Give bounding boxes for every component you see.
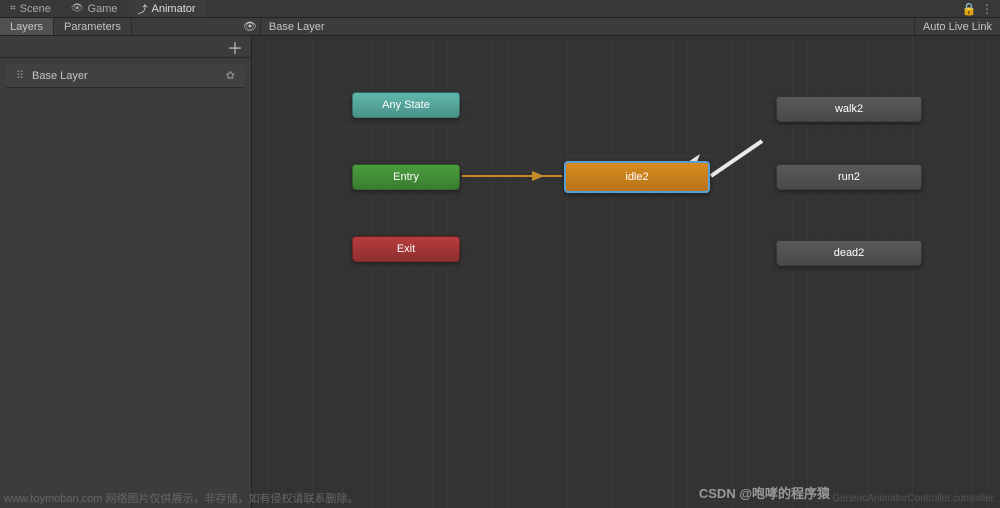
node-any-state[interactable]: Any State (352, 92, 460, 118)
layer-row[interactable]: ⠿ Base Layer ✿ (6, 64, 245, 88)
tab-animator[interactable]: ⤴ Animator (128, 0, 206, 17)
lock-icon[interactable]: 🔒 (962, 2, 976, 16)
tab-label: Game (88, 3, 118, 15)
add-layer-button[interactable]: ＋ (227, 35, 243, 59)
node-exit[interactable]: Exit (352, 236, 460, 262)
layer-name: Base Layer (32, 70, 88, 82)
animator-icon: ⤴ (138, 1, 148, 16)
gear-icon[interactable]: ✿ (226, 69, 235, 82)
tab-label: Scene (20, 3, 51, 15)
node-idle2[interactable]: idle2 (564, 161, 710, 193)
asset-path: GenericAnimatorController.controller (832, 493, 994, 504)
parameters-tab[interactable]: Parameters (54, 18, 132, 35)
toolbar: Layers Parameters 👁 Base Layer Auto Live… (0, 18, 1000, 36)
scene-icon: ⌗ (10, 3, 16, 14)
tab-scene[interactable]: ⌗ Scene (0, 0, 61, 17)
game-icon: 👁 (71, 3, 84, 14)
watermark-csdn: CSDN @咆哮的程序猿 (699, 483, 830, 502)
tab-bar: ⌗ Scene 👁 Game ⤴ Animator 🔒 ⋮ (0, 0, 1000, 18)
menu-icon[interactable]: ⋮ (980, 2, 994, 16)
node-run2[interactable]: run2 (776, 164, 922, 190)
node-walk2[interactable]: walk2 (776, 96, 922, 122)
visibility-icon[interactable]: 👁 (240, 18, 260, 35)
sidebar-header: ＋ (0, 36, 251, 58)
breadcrumb[interactable]: Base Layer (260, 18, 914, 35)
tab-game[interactable]: 👁 Game (61, 0, 128, 17)
animator-canvas[interactable]: Any State Entry Exit idle2 walk2 run2 de… (252, 36, 1000, 508)
sidebar: ＋ ⠿ Base Layer ✿ (0, 36, 252, 508)
auto-live-link[interactable]: Auto Live Link (914, 18, 1000, 35)
drag-handle-icon[interactable]: ⠿ (16, 69, 26, 82)
watermark-source: www.toymoban.com 网络图片仅供展示，非存储，如有侵权请联系删除。 (4, 490, 358, 506)
node-entry[interactable]: Entry (352, 164, 460, 190)
node-dead2[interactable]: dead2 (776, 240, 922, 266)
tab-label: Animator (152, 3, 196, 15)
layers-tab[interactable]: Layers (0, 18, 54, 35)
